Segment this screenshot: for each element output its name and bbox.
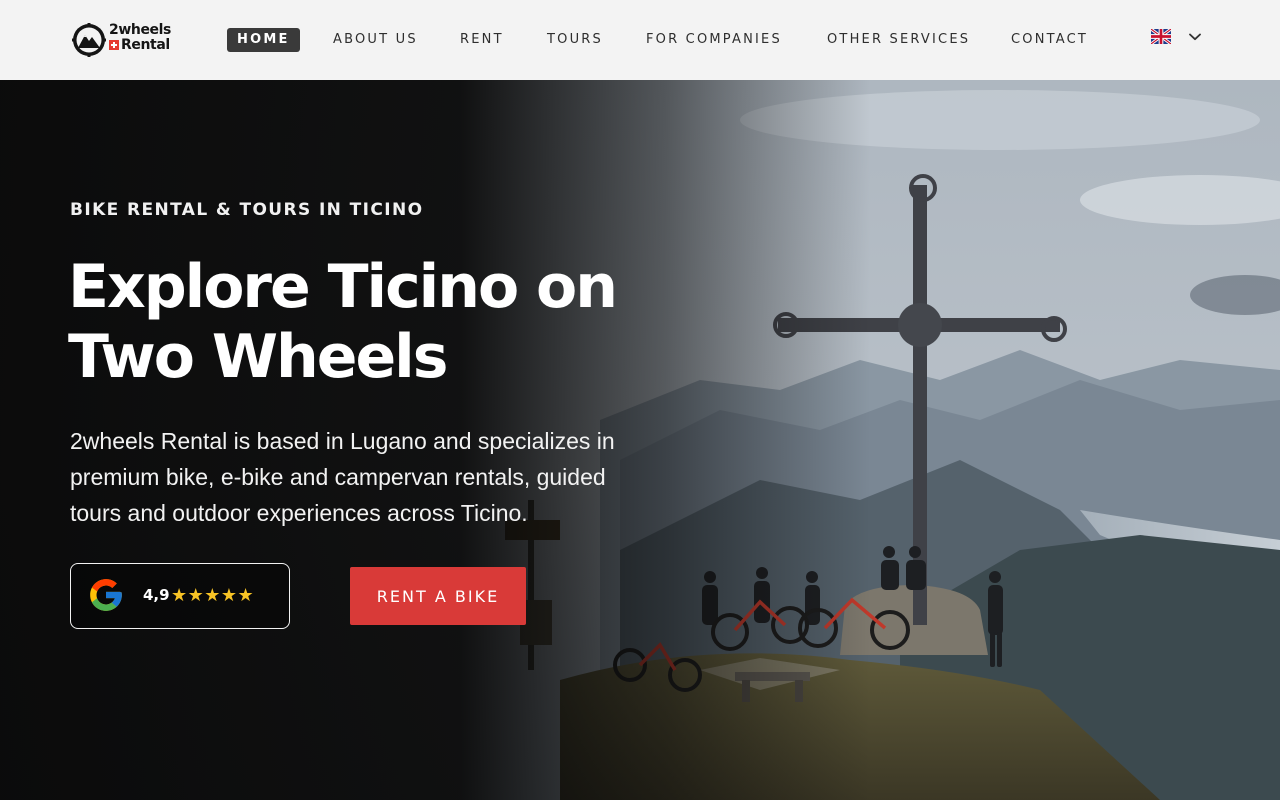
google-icon: [90, 579, 122, 611]
hero-description: 2wheels Rental is based in Lugano and sp…: [70, 428, 615, 526]
nav-home[interactable]: HOME: [227, 28, 300, 52]
hero-headline: Explore Ticino on Two Wheels: [68, 252, 628, 392]
mountain-gear-logo-icon: [72, 23, 106, 57]
nav-about-us[interactable]: ABOUT US: [333, 28, 418, 52]
logo-line2: Rental: [121, 37, 170, 53]
rating-stars: ★★★★★: [171, 585, 255, 605]
nav-for-companies[interactable]: FOR COMPANIES: [646, 28, 782, 52]
site-header: 2wheels Rental HOME ABOUT US RENT TOURS …: [0, 0, 1280, 80]
google-rating-value: 4,9: [143, 586, 170, 604]
nav-tours[interactable]: TOURS: [547, 28, 603, 52]
language-switcher[interactable]: [1151, 29, 1201, 44]
nav-rent[interactable]: RENT: [460, 28, 504, 52]
site-logo[interactable]: 2wheels Rental: [72, 22, 174, 58]
swiss-flag-icon: [109, 40, 119, 50]
nav-contact[interactable]: CONTACT: [1011, 28, 1088, 52]
nav-other-services[interactable]: OTHER SERVICES: [827, 28, 970, 52]
hero-section: BIKE RENTAL & TOURS IN TICINO Explore Ti…: [0, 80, 1280, 800]
hero-headline-line2: Two Wheels: [68, 322, 448, 392]
hero-eyebrow: BIKE RENTAL & TOURS IN TICINO: [70, 200, 424, 220]
logo-line1: 2wheels: [109, 22, 171, 38]
google-review-badge[interactable]: 4,9 ★★★★★: [70, 563, 290, 629]
chevron-down-icon[interactable]: [1189, 33, 1201, 41]
rent-a-bike-button[interactable]: RENT A BIKE: [350, 567, 526, 625]
uk-flag-icon: [1151, 29, 1171, 44]
logo-wordmark: 2wheels Rental: [109, 23, 171, 52]
hero-headline-line1: Explore Ticino on: [68, 252, 618, 322]
